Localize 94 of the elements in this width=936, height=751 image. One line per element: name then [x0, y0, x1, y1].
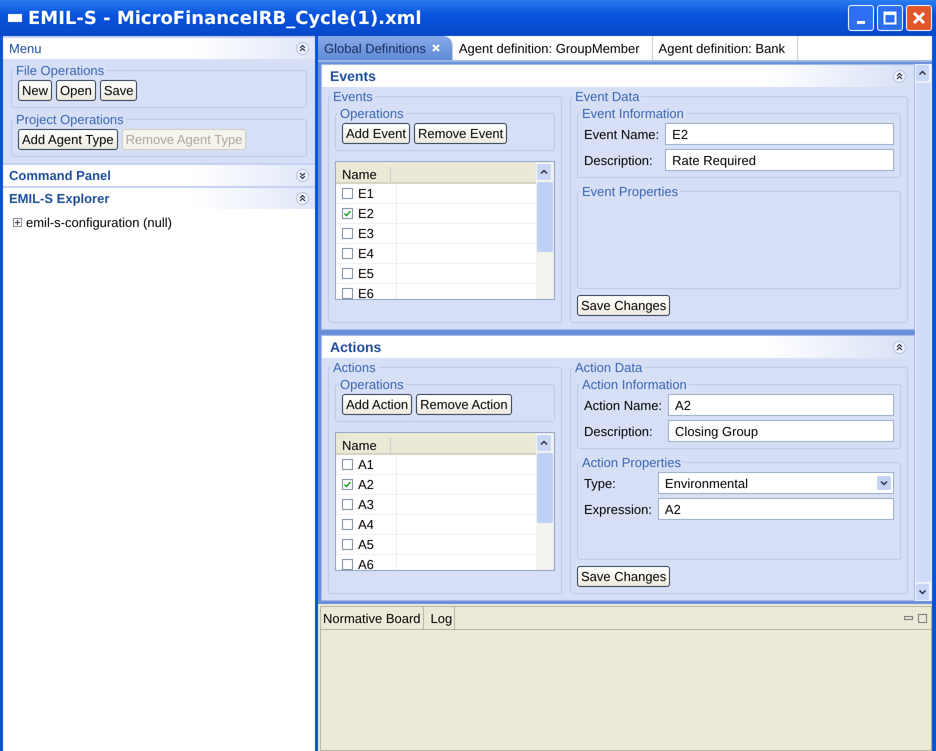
text-field[interactable]: Closing Group [668, 420, 894, 442]
text-field[interactable]: E2 [665, 123, 894, 145]
group-title: Event Data [574, 89, 640, 104]
list-item-label[interactable]: E5 [358, 266, 374, 281]
checkbox[interactable] [342, 459, 353, 470]
minimize-icon[interactable] [904, 616, 913, 620]
scroll-up-icon[interactable] [537, 435, 551, 451]
action-button[interactable]: Remove Event [414, 123, 508, 144]
text-field[interactable]: Rate Required [665, 149, 894, 171]
window-title: EMIL-S - MicroFinanceIRB_Cycle(1).xml [28, 8, 422, 28]
list-item-label[interactable]: A4 [358, 517, 374, 532]
text-field[interactable]: A2 [658, 498, 894, 520]
panel-title: EMIL-S Explorer [9, 191, 110, 206]
column-header[interactable]: Name [336, 167, 391, 182]
list-item-label[interactable]: E6 [358, 286, 374, 299]
view-tab[interactable]: Log [428, 607, 456, 629]
collapse-icon[interactable] [296, 42, 309, 55]
group-title: Action Information [581, 377, 688, 392]
list-item-label[interactable]: E4 [358, 246, 374, 261]
checkbox[interactable] [342, 188, 353, 199]
field-label: Action Name: [584, 398, 662, 412]
minimize-button[interactable] [848, 5, 874, 31]
group-title: Project Operations [15, 112, 125, 127]
panel-title: Menu [9, 41, 42, 56]
expand-icon[interactable] [13, 218, 22, 227]
toolbar-button[interactable]: Open [56, 80, 96, 101]
group-title: Action Properties [581, 455, 682, 470]
toolbar-button[interactable]: Save [100, 80, 138, 101]
window-icon [8, 14, 22, 22]
action-button[interactable]: Remove Action [416, 394, 512, 415]
group-title: Event Properties [581, 184, 680, 199]
checkbox[interactable] [342, 539, 353, 550]
group-title: Events [332, 89, 374, 104]
checkbox[interactable] [342, 208, 353, 219]
list-item-label[interactable]: E3 [358, 226, 374, 241]
tree-item[interactable]: emil-s-configuration (null) [26, 215, 172, 230]
checkbox[interactable] [342, 479, 353, 490]
checkbox[interactable] [342, 288, 353, 299]
action-button[interactable]: Add Action [342, 394, 412, 415]
group-title: Operations [339, 106, 405, 121]
maximize-button[interactable] [877, 5, 903, 31]
checkbox[interactable] [342, 228, 353, 239]
dropdown[interactable]: Environmental [658, 472, 894, 494]
explorer-panel-header[interactable]: EMIL-S Explorer [3, 186, 315, 209]
save-button[interactable]: Save Changes [577, 566, 670, 587]
list-item-label[interactable]: A3 [358, 497, 374, 512]
view-tab[interactable]: Normative Board [321, 607, 424, 629]
list-item-label[interactable]: E1 [358, 186, 374, 201]
checkbox[interactable] [342, 268, 353, 279]
toolbar-button[interactable]: Add Agent Type [18, 129, 118, 150]
toolbar-button[interactable]: New [18, 80, 52, 101]
list-item-label[interactable]: A5 [358, 537, 374, 552]
panel-title: Command Panel [9, 168, 111, 183]
group-title: Event Information [581, 106, 685, 121]
group-title: Actions [332, 360, 377, 375]
scroll-up-icon[interactable] [537, 164, 551, 180]
action-button[interactable]: Add Event [342, 123, 410, 144]
maximize-icon [883, 11, 897, 25]
collapse-icon[interactable] [893, 70, 906, 82]
scroll-down-icon[interactable] [916, 584, 929, 600]
column-header[interactable]: Name [336, 438, 391, 453]
menu-panel-header[interactable]: Menu [3, 36, 315, 59]
close-icon[interactable] [432, 44, 440, 52]
group-title: File Operations [15, 63, 106, 78]
checkbox[interactable] [342, 519, 353, 530]
list-item-label[interactable]: A6 [358, 557, 374, 570]
list-item-label[interactable]: A2 [358, 477, 374, 492]
checkbox[interactable] [342, 559, 353, 570]
maximize-icon[interactable] [918, 614, 927, 622]
list-item-label[interactable]: E2 [358, 206, 374, 221]
close-button[interactable] [906, 5, 932, 31]
field-label: Description: [584, 424, 654, 438]
field-label: Description: [584, 152, 654, 168]
editor-tab[interactable]: Agent definition: Bank [652, 36, 798, 60]
minimize-icon [857, 20, 865, 24]
field-label: Event Name: [584, 126, 660, 142]
section-title: Actions [330, 339, 382, 355]
section-title: Events [330, 68, 376, 84]
editor-tab[interactable]: Global Definitions [318, 36, 453, 60]
scroll-up-icon[interactable] [916, 65, 929, 81]
save-button[interactable]: Save Changes [577, 295, 670, 316]
editor-tab[interactable]: Agent definition: GroupMember [452, 36, 653, 60]
list-item-label[interactable]: A1 [358, 457, 374, 472]
field-label: Expression: [584, 502, 652, 516]
text-field[interactable]: A2 [668, 394, 894, 416]
close-icon [912, 11, 926, 25]
checkbox[interactable] [342, 499, 353, 510]
collapse-icon[interactable] [893, 340, 906, 354]
checkbox[interactable] [342, 248, 353, 259]
group-title: Operations [339, 377, 405, 392]
group-title: Action Data [574, 360, 644, 375]
collapse-icon[interactable] [296, 192, 309, 205]
field-label: Type: [584, 476, 617, 490]
command-panel-header[interactable]: Command Panel [3, 163, 315, 186]
